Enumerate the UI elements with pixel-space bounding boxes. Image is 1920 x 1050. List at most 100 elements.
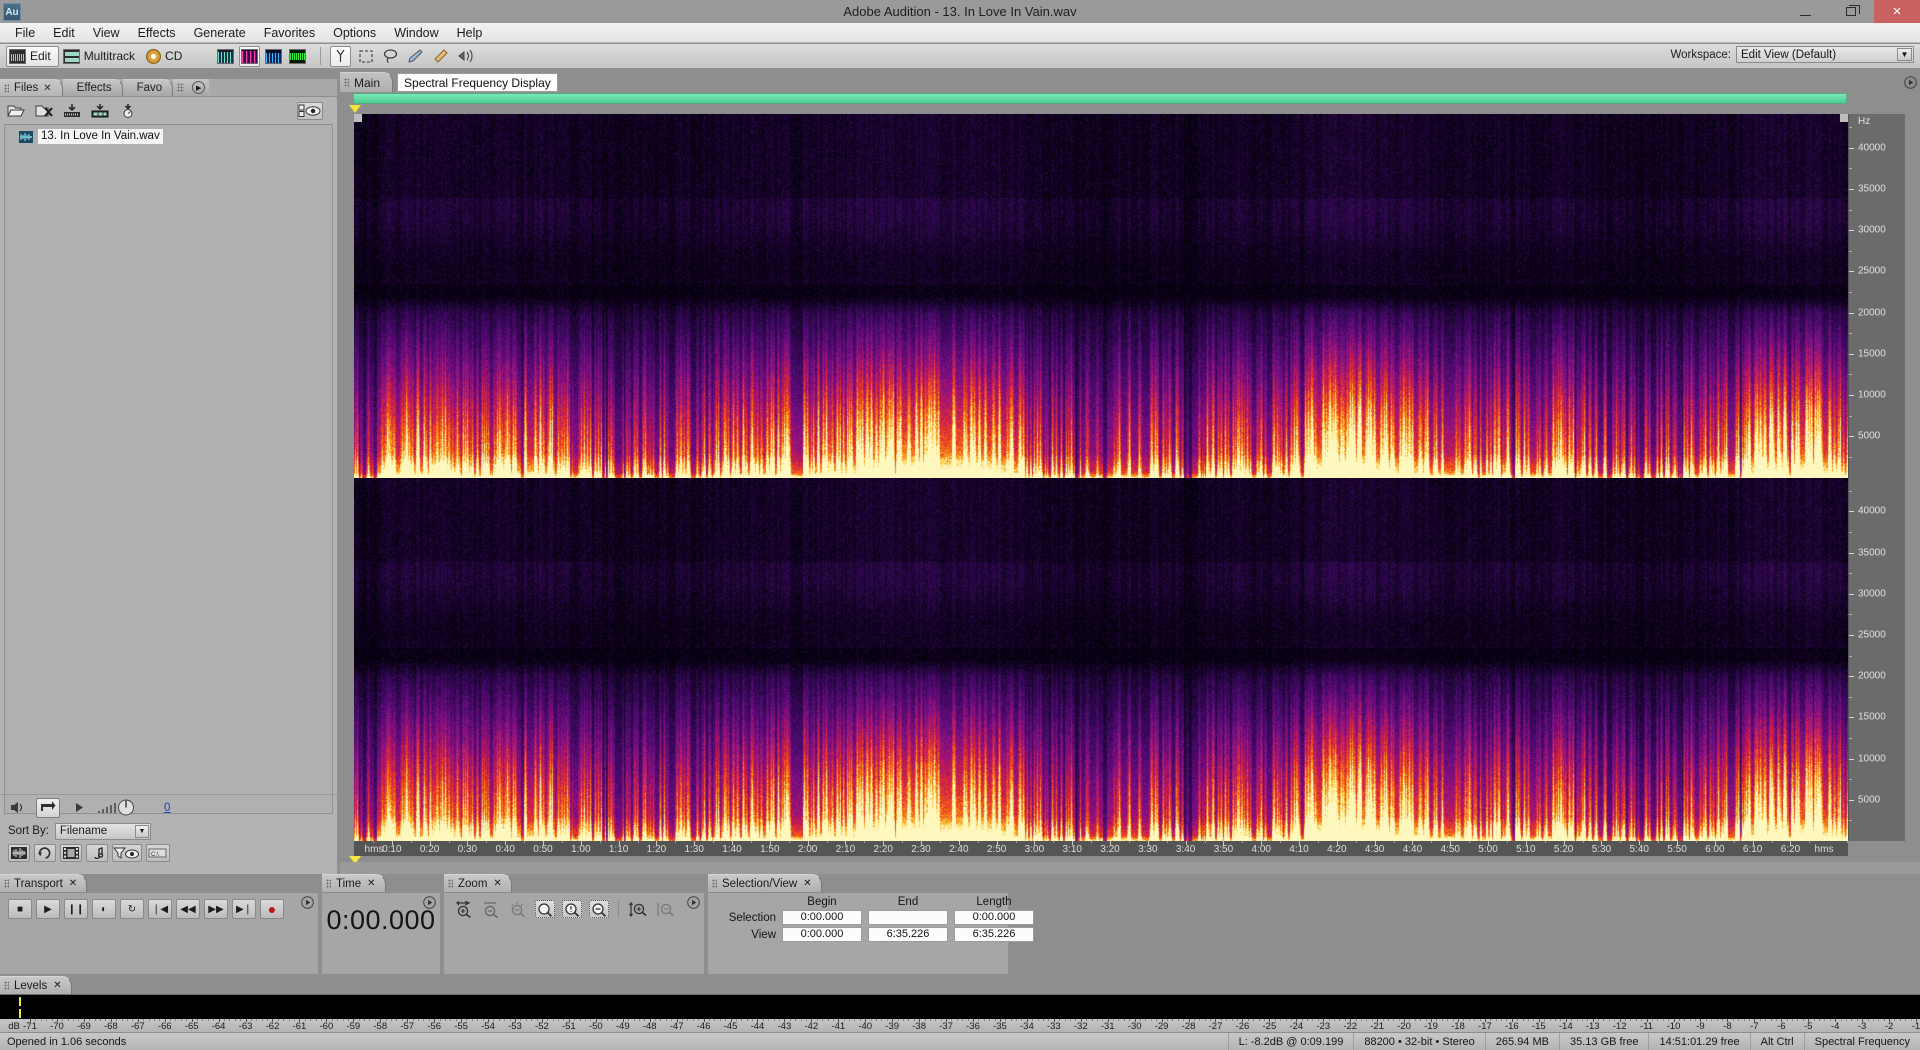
close-button[interactable]: × [1874, 0, 1920, 23]
zoom-in-horizontally-icon[interactable] [454, 900, 474, 918]
volume-slider-icon[interactable] [97, 799, 155, 816]
show-full-paths-icon[interactable]: C:\ [146, 844, 170, 862]
show-hide-columns-icon[interactable] [297, 101, 323, 120]
fast-forward-button[interactable]: ▶▶ [204, 899, 228, 919]
zoom-out-full-both-axes-icon[interactable] [508, 900, 528, 918]
paintbrush-selection-tool-button[interactable] [405, 46, 426, 67]
zoom-to-selection-icon[interactable] [535, 900, 555, 918]
spot-healing-brush-tool-button[interactable] [430, 46, 451, 67]
menu-view[interactable]: View [84, 23, 129, 43]
files-list[interactable]: 13. In Love In Vain.wav [4, 124, 333, 814]
time-panel-menu-icon[interactable] [422, 895, 436, 909]
drag-grip-icon[interactable] [712, 879, 717, 888]
horizontal-scrollbar[interactable] [340, 862, 1920, 874]
edit-view-button[interactable]: Edit [6, 45, 59, 67]
drag-grip-icon[interactable] [326, 879, 331, 888]
menu-favorites[interactable]: Favorites [255, 23, 324, 43]
zoom-in-to-left-edge-of-selection-icon[interactable] [562, 900, 582, 918]
insert-into-cd-list-icon[interactable] [90, 102, 109, 119]
panel-grip-icon[interactable] [177, 83, 185, 92]
close-icon[interactable]: ✕ [803, 878, 811, 889]
show-waveform-files-icon[interactable] [8, 844, 30, 862]
spectral-phase-view-button[interactable] [287, 46, 308, 67]
menu-help[interactable]: Help [448, 23, 492, 43]
open-file-icon[interactable] [6, 102, 25, 119]
tab-favorites[interactable]: Favo [122, 79, 174, 96]
chevron-down-icon[interactable]: ▼ [134, 824, 149, 838]
list-item[interactable]: 13. In Love In Vain.wav [5, 128, 332, 145]
close-icon[interactable]: ✕ [53, 980, 61, 991]
spectrogram-channel-right[interactable] [354, 477, 1848, 841]
play-button[interactable]: ▶ [36, 899, 60, 919]
waveform-view-button[interactable] [215, 46, 236, 67]
playhead-marker-top-icon[interactable] [349, 105, 361, 113]
menu-generate[interactable]: Generate [185, 23, 255, 43]
zoom-panel-menu-icon[interactable] [686, 895, 700, 909]
insert-into-multitrack-icon[interactable] [62, 102, 81, 119]
spectral-pan-view-button[interactable] [263, 46, 284, 67]
channel-corner-handle[interactable] [354, 114, 362, 122]
multitrack-view-button[interactable]: Multitrack [61, 46, 142, 67]
loop-play-icon[interactable] [36, 797, 60, 818]
view-end-field[interactable]: 6:35.226 [868, 927, 948, 942]
close-file-icon[interactable] [34, 102, 53, 119]
drag-grip-icon[interactable] [4, 981, 9, 990]
sort-by-dropdown[interactable]: Filename ▼ [54, 822, 151, 840]
maximize-button[interactable] [1828, 0, 1874, 23]
menu-options[interactable]: Options [324, 23, 385, 43]
panel-menu-icon[interactable]: ▶ [192, 81, 206, 94]
rewind-button[interactable]: ◀◀ [176, 899, 200, 919]
workspace-dropdown[interactable]: Edit View (Default) ▼ [1736, 46, 1914, 63]
marquee-selection-tool-button[interactable] [355, 46, 376, 67]
selection-length-field[interactable]: 0:00.000 [954, 910, 1034, 925]
play-to-end-button[interactable]: ◐ [92, 899, 116, 919]
drag-grip-icon[interactable] [4, 879, 9, 888]
speaker-icon[interactable] [8, 799, 27, 816]
zoom-out-horizontally-icon[interactable] [481, 900, 501, 918]
close-icon[interactable]: ✕ [43, 83, 51, 94]
close-icon[interactable]: ✕ [367, 878, 375, 889]
go-to-beginning-button[interactable]: ❘◀ [148, 899, 172, 919]
show-midi-files-icon[interactable] [86, 844, 108, 862]
channel-corner-handle[interactable] [1840, 114, 1848, 122]
transport-panel-menu-icon[interactable] [300, 895, 314, 909]
zoom-out-vertically-icon[interactable] [655, 900, 675, 918]
loop-play-button[interactable]: ↻ [120, 899, 144, 919]
time-ruler[interactable]: hms hms 0:10 0:20 0:30 0:40 0:50 1:00 1:10 1:20 1:… [354, 841, 1849, 856]
go-to-end-button[interactable]: ▶❘ [232, 899, 256, 919]
effects-paintbrush-tool-button[interactable] [455, 46, 476, 67]
selection-highlight-bar[interactable] [353, 93, 1847, 104]
selection-begin-field[interactable]: 0:00.000 [782, 910, 862, 925]
menu-window[interactable]: Window [385, 23, 447, 43]
volume-value[interactable]: 0 [164, 802, 170, 814]
drag-grip-icon[interactable] [344, 78, 349, 87]
chevron-down-icon[interactable]: ▼ [1897, 48, 1912, 61]
record-button[interactable]: ● [260, 899, 284, 919]
metronome-icon[interactable] [118, 102, 137, 119]
minimize-button[interactable] [1782, 0, 1828, 23]
menu-effects[interactable]: Effects [129, 23, 185, 43]
tab-selection-view[interactable]: Selection/View ✕ [708, 874, 822, 892]
tab-zoom[interactable]: Zoom ✕ [444, 874, 512, 892]
spectral-frequency-display[interactable] [354, 114, 1848, 841]
zoom-in-to-right-edge-of-selection-icon[interactable] [589, 900, 609, 918]
zoom-in-vertically-icon[interactable] [628, 900, 648, 918]
stop-button[interactable]: ■ [8, 899, 32, 919]
frequency-axis[interactable]: Hz 40000 35000 30000 25000 20000 15000 10000 50… [1848, 114, 1905, 841]
tab-files[interactable]: Files ✕ [0, 79, 63, 96]
drag-grip-icon[interactable] [448, 879, 453, 888]
menu-edit[interactable]: Edit [44, 23, 84, 43]
cd-view-button[interactable]: CD [144, 46, 189, 67]
tab-time[interactable]: Time ✕ [322, 874, 386, 892]
tab-levels[interactable]: Levels ✕ [0, 976, 72, 994]
close-icon[interactable]: ✕ [493, 878, 501, 889]
time-selection-tool-button[interactable] [330, 45, 352, 67]
lasso-selection-tool-button[interactable] [380, 46, 401, 67]
tab-transport[interactable]: Transport ✕ [0, 874, 88, 892]
selection-end-field[interactable] [868, 910, 948, 925]
drag-grip-icon[interactable] [4, 84, 9, 93]
view-length-field[interactable]: 6:35.226 [954, 927, 1034, 942]
filter-view-icon[interactable] [112, 844, 142, 862]
show-loop-files-icon[interactable] [34, 844, 56, 862]
tab-effects[interactable]: Effects [62, 79, 123, 96]
